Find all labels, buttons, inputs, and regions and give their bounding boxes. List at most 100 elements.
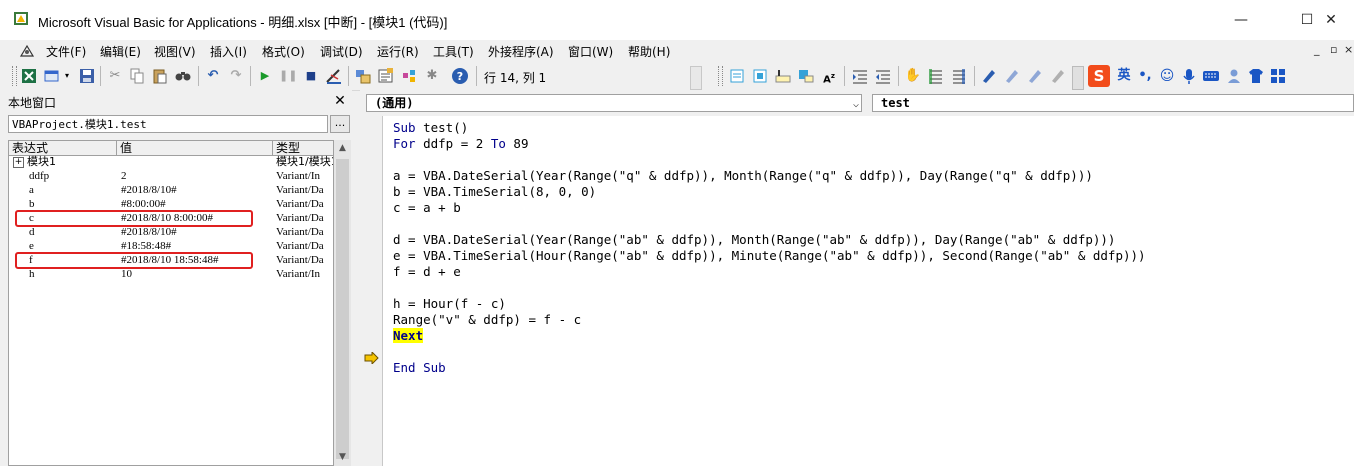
- microphone-icon[interactable]: [1180, 67, 1198, 85]
- toolbox-icon[interactable]: ✱: [423, 67, 441, 85]
- toolbox-grid-icon[interactable]: [1269, 67, 1287, 85]
- toolbar-overflow[interactable]: [1072, 66, 1084, 90]
- menu-tools[interactable]: 工具(T): [433, 43, 474, 60]
- next-bookmark-icon[interactable]: [1003, 67, 1021, 85]
- quick-info-icon[interactable]: [774, 67, 792, 85]
- mdi-restore-button[interactable]: ▫: [1330, 43, 1337, 56]
- menu-format[interactable]: 格式(O): [262, 43, 305, 60]
- clear-bookmarks-icon[interactable]: [1049, 67, 1067, 85]
- emoji-icon[interactable]: ☺: [1158, 67, 1176, 85]
- code-lines[interactable]: Sub test() For ddfp = 2 To 89 a = VBA.Dat…: [393, 120, 1146, 376]
- scrollbar-thumb[interactable]: [336, 159, 349, 459]
- code-line[interactable]: c = a + b: [393, 200, 1146, 216]
- menu-insert[interactable]: 插入(I): [210, 43, 247, 60]
- call-stack-button[interactable]: ...: [330, 115, 350, 133]
- indent-icon[interactable]: [851, 67, 869, 85]
- locals-row[interactable]: + 模块1 模块1/模块1: [9, 155, 333, 169]
- code-line[interactable]: End Sub: [393, 360, 1146, 376]
- menu-debug[interactable]: 调试(D): [320, 43, 363, 60]
- chevron-down-icon[interactable]: ⌵: [853, 97, 859, 113]
- locals-row[interactable]: e #18:58:48# Variant/Da: [9, 239, 333, 253]
- code-editor[interactable]: Sub test() For ddfp = 2 To 89 a = VBA.Dat…: [383, 116, 1354, 466]
- list-constants-icon[interactable]: [751, 67, 769, 85]
- complete-word-icon[interactable]: Az: [820, 67, 838, 85]
- comment-block-icon[interactable]: [927, 67, 945, 85]
- redo-icon[interactable]: ↷: [227, 67, 245, 85]
- menu-window[interactable]: 窗口(W): [568, 43, 613, 60]
- vba-doc-icon[interactable]: [18, 42, 36, 60]
- menu-file[interactable]: 文件(F): [46, 43, 86, 60]
- prev-bookmark-icon[interactable]: [1026, 67, 1044, 85]
- minimize-button[interactable]: —: [1218, 6, 1264, 34]
- code-line[interactable]: a = VBA.DateSerial(Year(Range("q" & ddfp…: [393, 168, 1146, 184]
- run-icon[interactable]: ▶: [256, 67, 274, 85]
- header-expression[interactable]: 表达式: [9, 141, 117, 155]
- cut-icon[interactable]: ✂: [106, 67, 124, 85]
- expand-icon[interactable]: +: [13, 157, 24, 168]
- keyboard-icon[interactable]: [1202, 67, 1220, 85]
- scroll-down-icon[interactable]: ▼: [334, 449, 351, 466]
- locals-close-button[interactable]: ✕: [331, 92, 349, 110]
- toolbar-grip[interactable]: [12, 66, 17, 86]
- mdi-close-button[interactable]: ×: [1344, 43, 1353, 56]
- menu-help[interactable]: 帮助(H): [628, 43, 670, 60]
- code-margin[interactable]: [360, 116, 383, 466]
- toggle-bookmark-icon[interactable]: [980, 67, 998, 85]
- insert-userform-icon[interactable]: [43, 67, 61, 85]
- code-line[interactable]: [393, 152, 1146, 168]
- locals-row[interactable]: b #8:00:00# Variant/Da: [9, 197, 333, 211]
- design-mode-icon[interactable]: [325, 67, 343, 85]
- excel-icon[interactable]: [20, 67, 38, 85]
- find-icon[interactable]: [174, 67, 192, 85]
- toggle-breakpoint-icon[interactable]: ✋: [904, 67, 922, 85]
- code-line[interactable]: [393, 280, 1146, 296]
- close-button[interactable]: ✕: [1308, 6, 1354, 34]
- project-explorer-icon[interactable]: [354, 67, 372, 85]
- copy-icon[interactable]: [128, 67, 146, 85]
- properties-icon[interactable]: [377, 67, 395, 85]
- header-value[interactable]: 值: [117, 141, 273, 155]
- menu-run[interactable]: 运行(R): [377, 43, 419, 60]
- locals-row[interactable]: d #2018/8/10# Variant/Da: [9, 225, 333, 239]
- save-icon[interactable]: [78, 67, 96, 85]
- scroll-up-icon[interactable]: ▲: [334, 140, 351, 157]
- code-line[interactable]: h = Hour(f - c): [393, 296, 1146, 312]
- object-browser-icon[interactable]: [400, 67, 418, 85]
- paste-icon[interactable]: [151, 67, 169, 85]
- toolbar-grip[interactable]: [718, 66, 723, 86]
- code-line[interactable]: Next: [393, 328, 1146, 344]
- code-line[interactable]: [393, 216, 1146, 232]
- menu-view[interactable]: 视图(V): [154, 43, 196, 60]
- code-line[interactable]: e = VBA.TimeSerial(Hour(Range("ab" & ddf…: [393, 248, 1146, 264]
- header-type[interactable]: 类型: [273, 141, 333, 155]
- list-properties-icon[interactable]: [728, 67, 746, 85]
- code-line[interactable]: [393, 344, 1146, 360]
- chevron-down-icon[interactable]: ▾: [63, 67, 71, 85]
- punctuation-icon[interactable]: •,: [1136, 67, 1154, 85]
- help-icon[interactable]: ?: [451, 67, 469, 85]
- code-line[interactable]: Sub test(): [393, 120, 1146, 136]
- break-icon[interactable]: ❚❚: [279, 67, 297, 85]
- locals-row[interactable]: ddfp 2 Variant/In: [9, 169, 333, 183]
- code-line[interactable]: For ddfp = 2 To 89: [393, 136, 1146, 152]
- parameter-info-icon[interactable]: [797, 67, 815, 85]
- code-line[interactable]: b = VBA.TimeSerial(8, 0, 0): [393, 184, 1146, 200]
- mdi-minimize-button[interactable]: _: [1314, 43, 1320, 56]
- procedure-combo[interactable]: test: [872, 94, 1354, 112]
- object-combo[interactable]: (通用) ⌵: [366, 94, 862, 112]
- menu-edit[interactable]: 编辑(E): [100, 43, 141, 60]
- skin-icon[interactable]: [1247, 67, 1265, 85]
- locals-scrollbar[interactable]: ▲ ▼: [334, 140, 351, 466]
- menu-addins[interactable]: 外接程序(A): [488, 43, 554, 60]
- reset-icon[interactable]: ■: [302, 67, 320, 85]
- code-line[interactable]: Range("v" & ddfp) = f - c: [393, 312, 1146, 328]
- undo-icon[interactable]: ↶: [204, 67, 222, 85]
- locals-row[interactable]: h 10 Variant/In: [9, 267, 333, 281]
- code-line[interactable]: f = d + e: [393, 264, 1146, 280]
- outdent-icon[interactable]: [874, 67, 892, 85]
- code-line[interactable]: d = VBA.DateSerial(Year(Range("ab" & ddf…: [393, 232, 1146, 248]
- sogou-logo-icon[interactable]: S: [1088, 65, 1110, 87]
- user-icon[interactable]: [1225, 67, 1243, 85]
- ime-language-toggle[interactable]: 英: [1115, 67, 1133, 85]
- uncomment-block-icon[interactable]: [950, 67, 968, 85]
